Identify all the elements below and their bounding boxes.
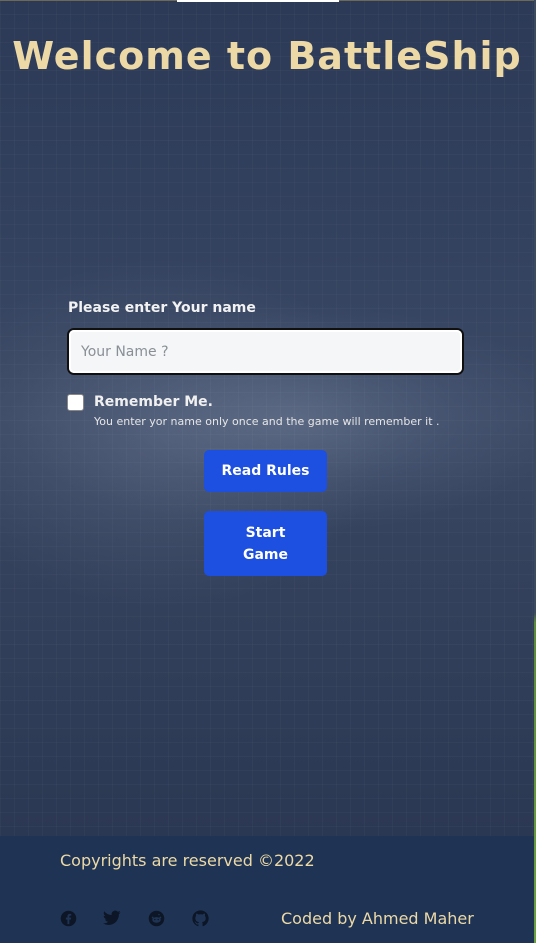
remember-me-checkbox[interactable]	[67, 394, 84, 411]
github-icon[interactable]	[191, 909, 209, 927]
reddit-icon[interactable]	[147, 909, 165, 927]
active-tab-indicator	[177, 0, 339, 2]
name-input[interactable]	[67, 328, 464, 375]
remember-me-label[interactable]: Remember Me.	[94, 394, 213, 410]
page-title: Welcome to BattleShip	[12, 34, 522, 78]
copyright-text: Copyrights are reserved ©2022	[60, 851, 315, 870]
start-game-button[interactable]: Start Game	[204, 511, 327, 576]
author-credit: Coded by Ahmed Maher	[281, 909, 474, 928]
read-rules-button[interactable]: Read Rules	[204, 450, 327, 492]
remember-me-help-text: You enter yor name only once and the gam…	[94, 415, 440, 428]
twitter-icon[interactable]	[103, 909, 121, 927]
facebook-icon[interactable]	[59, 909, 77, 927]
name-label: Please enter Your name	[68, 300, 256, 316]
battleship-welcome-page: Welcome to BattleShip Please enter Your …	[0, 0, 536, 943]
